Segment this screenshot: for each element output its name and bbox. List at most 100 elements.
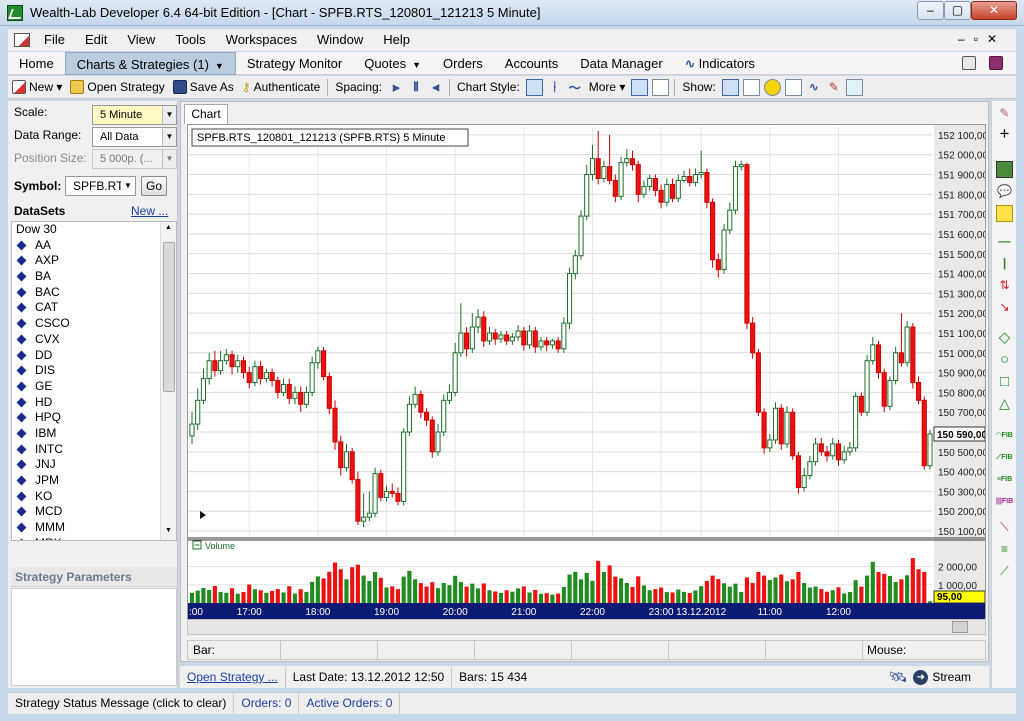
candle-body[interactable]	[675, 179, 681, 199]
more-styles-button[interactable]: More ▾	[585, 77, 630, 98]
candle-body[interactable]	[452, 352, 458, 393]
fib-fan-icon[interactable]: ⟋FIB	[996, 449, 1013, 466]
volume-bar[interactable]	[824, 591, 830, 603]
volume-bar[interactable]	[624, 582, 629, 603]
candle-body[interactable]	[338, 441, 344, 469]
candle-body[interactable]	[435, 431, 441, 453]
volume-bar[interactable]	[241, 592, 246, 603]
show-positions-icon[interactable]	[784, 78, 802, 96]
dataset-list-item[interactable]: AA	[12, 238, 176, 254]
volume-bar[interactable]	[813, 586, 818, 603]
volume-bar[interactable]	[584, 572, 589, 603]
volume-bar[interactable]	[573, 571, 578, 603]
crosshair-icon[interactable]: +	[996, 125, 1013, 142]
volume-bar[interactable]	[538, 593, 544, 603]
candle-body[interactable]	[549, 340, 555, 346]
gann-fan-icon[interactable]: ⟍	[996, 519, 1013, 536]
volume-bar[interactable]	[590, 580, 595, 603]
fib-arcs-icon[interactable]: ◠FIB	[996, 427, 1013, 444]
show-profit-icon[interactable]	[763, 78, 781, 96]
volume-bar[interactable]	[189, 592, 195, 603]
volume-bar[interactable]	[664, 592, 669, 603]
volume-bar[interactable]	[344, 579, 349, 603]
candle-body[interactable]	[326, 376, 332, 409]
candle-body[interactable]	[372, 473, 378, 514]
volume-bar[interactable]	[493, 591, 498, 603]
volume-bar[interactable]	[887, 575, 893, 603]
candle-body[interactable]	[258, 366, 264, 380]
volume-bar[interactable]	[224, 592, 229, 603]
volume-bar[interactable]	[641, 585, 647, 603]
volume-bar[interactable]	[252, 589, 257, 603]
candle-body[interactable]	[818, 443, 824, 453]
volume-bar[interactable]	[332, 562, 338, 603]
volume-bar[interactable]	[544, 593, 549, 603]
volume-bar[interactable]	[516, 588, 521, 603]
candle-body[interactable]	[927, 433, 933, 467]
volume-bar[interactable]	[407, 570, 412, 603]
volume-bar[interactable]	[378, 577, 383, 603]
tab-data-manager[interactable]: Data Manager	[569, 52, 673, 75]
maximize-button[interactable]: ▢	[944, 1, 971, 20]
candle-body[interactable]	[366, 512, 372, 518]
volume-bar[interactable]	[527, 592, 532, 603]
candle-body[interactable]	[263, 372, 269, 380]
trendline-icon[interactable]: ⟋	[996, 563, 1013, 580]
candle-body[interactable]	[744, 164, 750, 324]
candle-body[interactable]	[704, 172, 710, 203]
candle-body[interactable]	[498, 334, 504, 340]
candle-body[interactable]	[687, 176, 693, 183]
scroll-thumb[interactable]	[952, 621, 968, 633]
volume-bar[interactable]	[727, 586, 732, 603]
candle-body[interactable]	[567, 273, 573, 324]
volume-bar[interactable]	[693, 590, 698, 603]
dataset-list-item[interactable]: CSCO	[12, 316, 176, 332]
candle-body[interactable]	[629, 158, 636, 166]
show-price-pane-icon[interactable]	[721, 78, 739, 96]
rectangle-icon[interactable]: □	[996, 373, 1013, 390]
candle-body[interactable]	[321, 350, 327, 378]
candle-body[interactable]	[315, 350, 321, 364]
candle-body[interactable]	[343, 451, 350, 469]
volume-bar[interactable]	[910, 558, 915, 603]
data-range-dropdown[interactable]: All Data ▼	[92, 127, 177, 147]
candle-body[interactable]	[692, 174, 699, 183]
volume-bar[interactable]	[784, 581, 790, 603]
volume-bar[interactable]	[550, 594, 555, 603]
stream-button[interactable]: Stream	[932, 670, 971, 684]
volume-bar[interactable]	[453, 575, 458, 603]
candle-body[interactable]	[200, 378, 207, 401]
candle-body[interactable]	[618, 162, 624, 197]
volume-bar[interactable]	[561, 586, 566, 603]
candle-body[interactable]	[841, 451, 847, 461]
show-indicators-icon[interactable]: ∿	[804, 80, 824, 94]
volume-bar[interactable]	[447, 585, 452, 603]
volume-bar[interactable]	[361, 575, 366, 603]
candle-body[interactable]	[555, 340, 561, 350]
chart-frame[interactable]: 152 100,00 152 000,00 151 900,00 151 800,00…	[187, 124, 986, 629]
volume-bar[interactable]	[922, 571, 927, 603]
candle-body[interactable]	[915, 382, 922, 401]
measure-icon[interactable]: ↘	[996, 299, 1013, 316]
editor-icon[interactable]	[962, 56, 976, 70]
candle-body[interactable]	[801, 475, 807, 488]
go-button[interactable]: Go	[141, 176, 167, 196]
eraser-icon[interactable]: ✎	[996, 105, 1013, 122]
candle-body[interactable]	[229, 354, 235, 368]
volume-bar[interactable]	[556, 593, 561, 603]
candle-body[interactable]	[652, 177, 658, 191]
dataset-list-item[interactable]: KO	[12, 489, 176, 505]
volume-bar[interactable]	[504, 590, 509, 603]
candle-body[interactable]	[378, 473, 384, 498]
volume-bar[interactable]	[413, 579, 418, 603]
menu-workspaces[interactable]: Workspaces	[216, 29, 307, 51]
dataset-list-item[interactable]: INTC	[12, 442, 176, 458]
candle-body[interactable]	[195, 399, 201, 425]
orders-count[interactable]: Orders: 0	[234, 693, 300, 714]
volume-bar[interactable]	[441, 582, 446, 603]
fib-timezones-icon[interactable]: |||FIB	[996, 493, 1013, 510]
volume-bar[interactable]	[676, 589, 681, 603]
dataset-list-item[interactable]: HD	[12, 395, 176, 411]
dataset-list-item[interactable]: JNJ	[12, 457, 176, 473]
volume-bar[interactable]	[207, 590, 212, 603]
